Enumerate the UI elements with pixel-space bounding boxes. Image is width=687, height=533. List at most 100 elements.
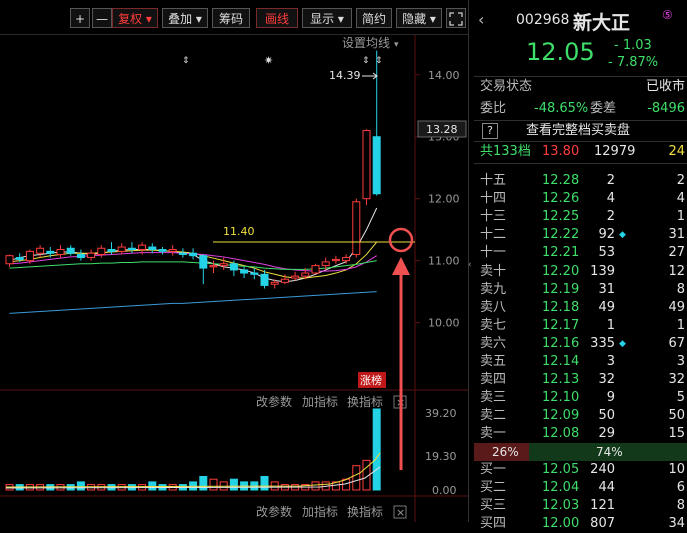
ma-line [9,260,377,270]
candle [97,247,106,255]
buy-level-label: 买二 [480,480,507,496]
zoom-in-button[interactable]: + [70,8,90,28]
event-marker-icon: ⇕ [362,56,370,66]
sell-row[interactable]: 卖八 12.18 49 49 [474,299,687,317]
kline-chart[interactable]: 设置均线 ▾ ⇕ ✷ ⇕ ⇕ 14.39 11.40 14.0013.0012.… [0,35,468,522]
sell-row[interactable]: 卖七 12.17 1 1 [474,317,687,335]
sell-volume: 50 [598,408,615,424]
change-params-link[interactable]: 改参数 [256,504,292,519]
sell-row[interactable]: 卖九 12.19 31 8 [474,281,687,299]
sell-row[interactable]: 卖十 12.20 139 12 [474,263,687,281]
volume-bar [352,465,361,491]
sell-volume: 32 [598,372,615,388]
sell-level-label: 十三 [480,209,507,225]
sell-orders: 50 [668,408,685,424]
price-axis-label: 11.00 [428,255,460,268]
buy-row[interactable]: 买二 12.04 44 6 [474,479,687,497]
zoom-out-button[interactable]: — [92,8,112,28]
total-levels-label: 共133档 [480,144,531,159]
jianyue-button[interactable]: 简约 [356,8,392,28]
candle [46,250,55,254]
switch-indicator-link[interactable]: 换指标 [347,394,383,409]
sell-row[interactable]: 十二 12.22 92 ◆ 31 [474,226,687,244]
sell-row[interactable]: 卖六 12.16 335 ◆ 67 [474,335,687,353]
sell-row[interactable]: 卖三 12.10 9 5 [474,389,687,407]
sell-row[interactable]: 十三 12.25 2 1 [474,208,687,226]
zhangbang-badge[interactable]: 涨榜 [360,373,382,387]
sell-row[interactable]: 卖五 12.14 3 3 [474,353,687,371]
buy-orders: 6 [676,480,685,496]
sell-level-label: 卖七 [480,317,507,333]
ma-line [9,291,377,314]
diejia-dropdown[interactable]: 叠加 ▾ [162,8,208,28]
close-icon[interactable]: × [396,506,405,519]
candle [291,275,300,279]
volume-bar [199,476,208,491]
sell-orders: 4 [676,191,685,207]
chevron-down-icon: ▾ [337,12,344,26]
sell-row[interactable]: 卖二 12.09 50 50 [474,407,687,425]
set-ma-label[interactable]: 设置均线 [342,36,390,50]
weibi-label: 委比 [480,101,507,116]
annotation-circle [388,227,414,253]
sell-row[interactable]: 十四 12.26 4 4 [474,190,687,208]
sell-level-label: 卖八 [480,299,507,315]
candle [168,249,177,252]
sell-row[interactable]: 十一 12.21 53 27 [474,244,687,262]
sell-orders: 1 [676,317,685,333]
weicha-value: -8496 [647,101,685,116]
sell-row[interactable]: 卖四 12.13 32 32 [474,371,687,389]
sell-volume: 335 [590,335,615,351]
sell-volume: 2 [606,173,615,188]
sell-level-label: 卖二 [480,408,507,424]
buy-level-label: 买三 [480,498,507,514]
chevron-down-icon: ▾ [394,40,399,50]
sell-level-label: 卖六 [480,335,507,351]
quote-panel: ‹ 002968 新大正 ⑤ 12.05 - 1.03 - 7.87% 交易状态… [474,0,687,531]
buy-row[interactable]: 买三 12.03 121 8 [474,497,687,515]
annotation-arrow-icon [392,257,410,275]
volume-bar [209,478,218,491]
candle [178,252,187,255]
volume-bar [76,481,85,491]
sell-orders: 3 [676,354,685,369]
huaxian-button[interactable]: 画线 [256,8,298,28]
candle [56,249,65,255]
buy-orders: 34 [668,516,685,532]
fuquan-dropdown[interactable]: 复权 ▾ [112,8,158,28]
price-axis-label: 14.00 [428,69,460,82]
buy-row[interactable]: 买四 12.00 807 34 [474,515,687,533]
change-params-link[interactable]: 改参数 [256,394,292,409]
sell-orders: 49 [668,299,685,315]
expand-icon[interactable] [446,8,466,28]
add-indicator-link[interactable]: 加指标 [302,504,338,519]
sell-row[interactable]: 卖一 12.08 29 15 [474,425,687,443]
buy-row[interactable]: 买一 12.05 240 10 [474,461,687,479]
add-indicator-link[interactable]: 加指标 [302,394,338,409]
sell-orders: 15 [668,426,685,442]
xianshi-dropdown[interactable]: 显示 ▾ [302,8,352,28]
switch-indicator-link[interactable]: 换指标 [347,504,383,519]
full-book-link[interactable]: ? 查看完整档买卖盘 [474,122,687,140]
sell-volume: 4 [606,191,615,207]
star-marker-icon: ✷ [264,54,273,67]
candle [342,257,351,262]
ma-line [9,207,378,283]
candle [240,269,249,274]
diejia-label: 叠加 [168,12,193,26]
chevron-left-icon[interactable]: ‹ [478,10,484,29]
sell-volume: 139 [590,263,615,279]
sell-orders: 8 [676,281,685,297]
sell-level-label: 卖九 [480,281,507,297]
chouma-button[interactable]: 筹码 [212,8,250,28]
candle [311,265,320,274]
ma-line [9,241,378,279]
help-icon: ? [482,123,498,139]
sell-row[interactable]: 十五 12.28 2 2 [474,172,687,190]
candle [229,263,238,271]
yincang-dropdown[interactable]: 隐藏 ▾ [396,8,442,28]
candle [15,257,24,260]
weicha-label: 委差 [590,101,617,116]
buy-level-label: 买四 [480,516,507,532]
sell-orders: 32 [668,372,685,388]
